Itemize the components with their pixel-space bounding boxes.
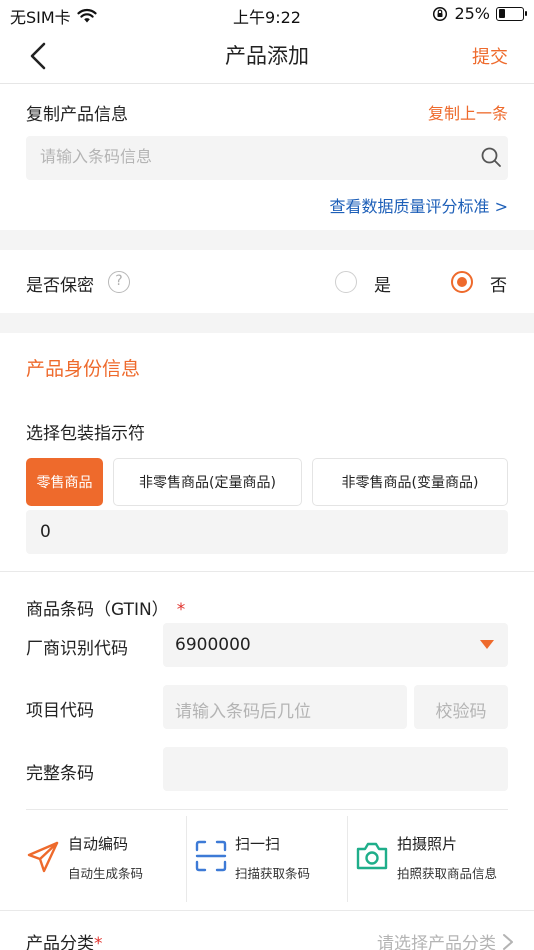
nav-bar: 产品添加 提交: [0, 28, 534, 84]
divider: [0, 910, 534, 911]
photo-tool[interactable]: 拍摄照片 拍照获取商品信息: [355, 816, 515, 902]
confidential-label: 是否保密: [26, 276, 94, 296]
scan-tool[interactable]: 扫一扫 扫描获取条码: [195, 816, 345, 902]
package-indicator-label: 选择包装指示符: [26, 424, 145, 444]
check-digit-field: 校验码: [414, 685, 508, 729]
tool-separator: [186, 816, 187, 902]
submit-button[interactable]: 提交: [472, 43, 508, 69]
barcode-search-field: [26, 136, 508, 180]
tool-separator: [347, 816, 348, 902]
section-gap: [0, 313, 534, 333]
battery-percent: 25%: [454, 4, 490, 23]
manufacturer-code-select[interactable]: 6900000: [163, 623, 508, 667]
help-icon[interactable]: ?: [108, 271, 130, 293]
chevron-right-icon: [503, 933, 513, 950]
manufacturer-code-value: 6900000: [175, 635, 251, 655]
divider: [26, 809, 508, 810]
confidential-no-radio[interactable]: [451, 271, 473, 293]
battery-icon: [496, 6, 527, 21]
divider: [0, 571, 534, 572]
page-title: 产品添加: [225, 44, 309, 68]
photo-subtitle: 拍照获取商品信息: [397, 866, 498, 881]
copy-last-button[interactable]: 复制上一条: [428, 100, 508, 124]
status-bar: 无SIM卡 上午9:22 25%: [0, 0, 534, 28]
scan-icon: [195, 840, 227, 872]
confidential-yes-radio[interactable]: [335, 271, 357, 293]
full-barcode-field: [163, 747, 508, 791]
section-gap: [0, 230, 534, 250]
photo-title: 拍摄照片: [397, 835, 458, 853]
identity-section-title: 产品身份信息: [26, 358, 141, 380]
item-code-placeholder: 请输入条码后几位: [175, 702, 311, 722]
confidential-no-label[interactable]: 否: [490, 271, 507, 296]
quality-standard-link[interactable]: 查看数据质量评分标准 >: [330, 193, 509, 217]
manufacturer-code-label: 厂商识别代码: [26, 639, 128, 659]
category-select[interactable]: 请选择产品分类: [377, 929, 514, 950]
orientation-lock-icon: [433, 6, 448, 21]
paper-plane-icon: [27, 841, 59, 873]
indicator-value: 0: [40, 522, 51, 542]
item-code-label: 项目代码: [26, 701, 94, 721]
auto-encode-tool[interactable]: 自动编码 自动生成条码: [26, 816, 186, 902]
caret-down-icon: [480, 640, 494, 649]
copy-section-title: 复制产品信息: [26, 105, 128, 125]
status-right: 25%: [432, 4, 527, 23]
package-option-variable[interactable]: 非零售商品(变量商品): [312, 458, 508, 506]
scan-title: 扫一扫: [235, 835, 281, 853]
item-code-field[interactable]: 请输入条码后几位: [163, 685, 407, 729]
auto-encode-title: 自动编码: [68, 835, 129, 853]
required-mark: *: [94, 934, 103, 950]
package-option-fixed[interactable]: 非零售商品(定量商品): [113, 458, 302, 506]
battery-fill: [498, 9, 505, 18]
scan-subtitle: 扫描获取条码: [235, 866, 311, 881]
full-barcode-label: 完整条码: [26, 764, 94, 784]
camera-icon: [356, 842, 388, 870]
indicator-value-field[interactable]: 0: [26, 510, 508, 554]
package-option-retail[interactable]: 零售商品: [26, 458, 103, 506]
confidential-yes-label[interactable]: 是: [374, 271, 391, 296]
category-label: 产品分类*: [26, 929, 103, 950]
category-label-text: 产品分类: [26, 934, 94, 950]
category-placeholder: 请选择产品分类: [377, 934, 496, 950]
required-mark: *: [176, 600, 186, 620]
gtin-section-title: 商品条码（GTIN） *: [26, 595, 185, 620]
gtin-title-text: 商品条码（GTIN）: [26, 600, 169, 620]
search-icon[interactable]: [480, 146, 502, 168]
check-digit-placeholder: 校验码: [435, 702, 487, 722]
auto-encode-subtitle: 自动生成条码: [68, 866, 144, 881]
barcode-search-input[interactable]: [40, 147, 460, 166]
